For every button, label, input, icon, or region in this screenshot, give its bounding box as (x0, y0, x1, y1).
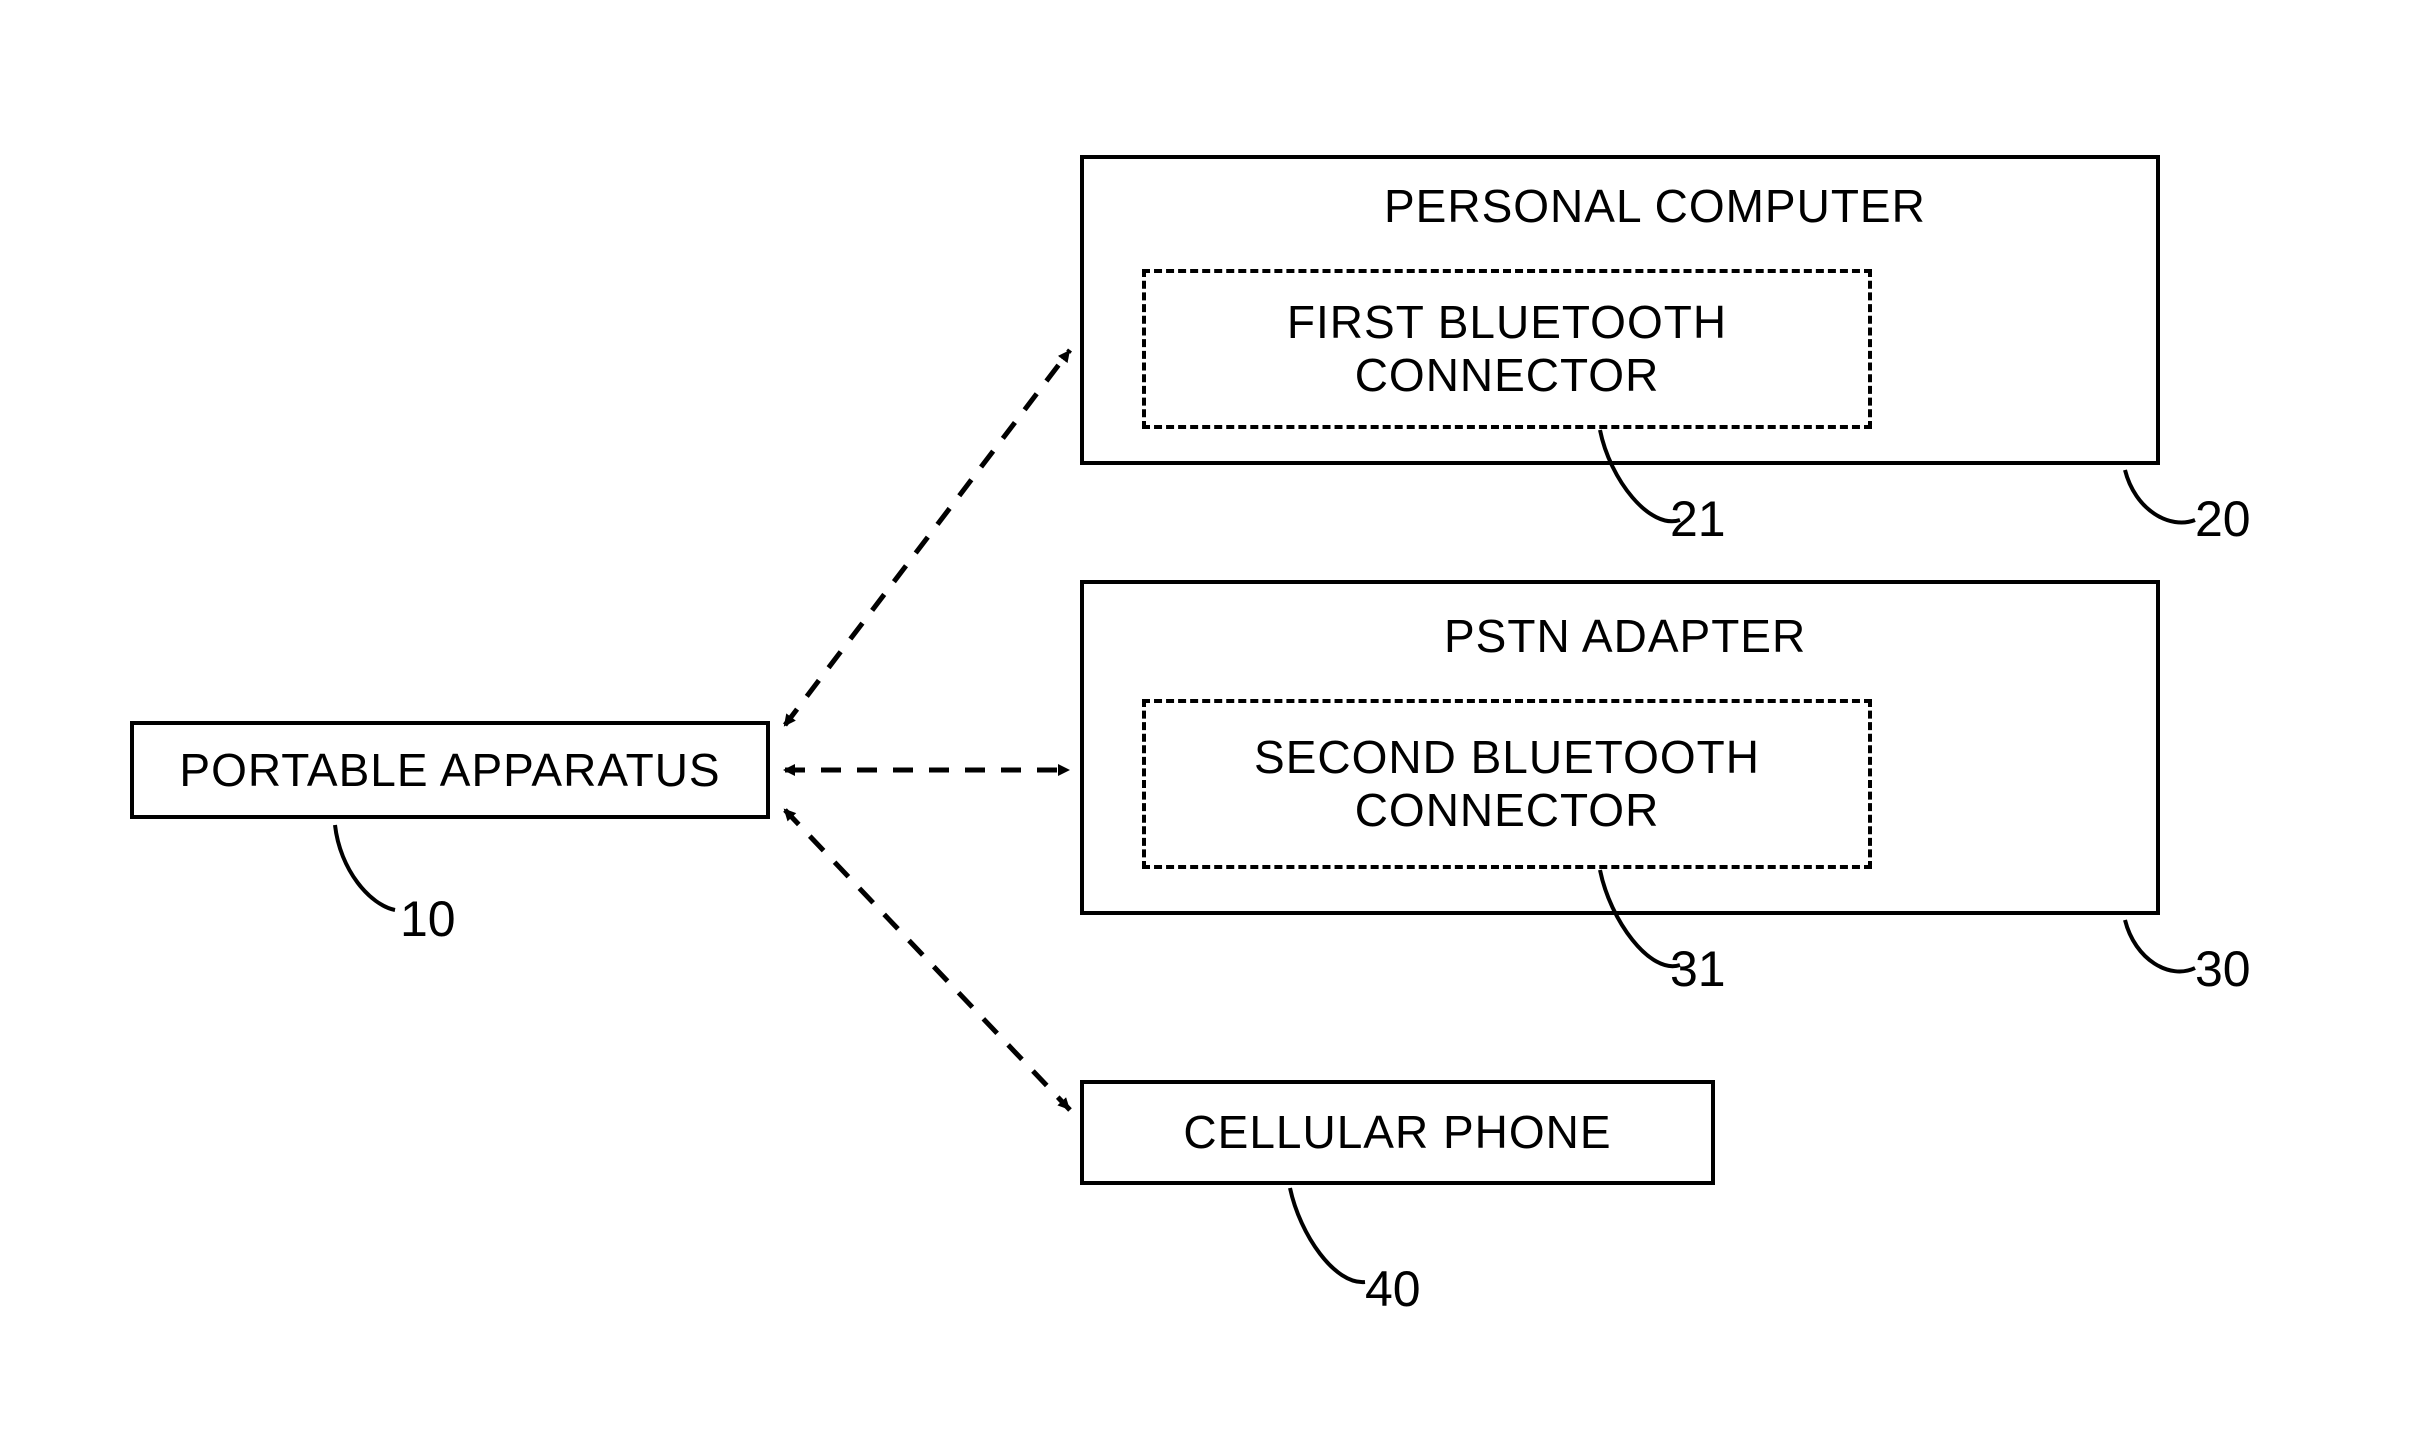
leader-10 (335, 825, 395, 910)
portable-apparatus-block: PORTABLE APPARATUS (130, 721, 770, 819)
leader-20 (2125, 470, 2195, 523)
cellular-phone-block: CELLULAR PHONE (1080, 1080, 1715, 1185)
link-portable-pc (785, 350, 1070, 725)
first-bluetooth-connector-block: FIRST BLUETOOTH CONNECTOR (1142, 269, 1872, 429)
pstn-adapter-title: PSTN ADAPTER (1444, 609, 1806, 663)
second-bluetooth-connector-block: SECOND BLUETOOTH CONNECTOR (1142, 699, 1872, 869)
second-bluetooth-connector-label: SECOND BLUETOOTH CONNECTOR (1254, 731, 1760, 837)
ref-40: 40 (1365, 1260, 1421, 1318)
personal-computer-block: PERSONAL COMPUTER FIRST BLUETOOTH CONNEC… (1080, 155, 2160, 465)
ref-20: 20 (2195, 490, 2251, 548)
ref-31: 31 (1670, 940, 1726, 998)
leader-30 (2125, 920, 2195, 971)
ref-21: 21 (1670, 490, 1726, 548)
link-portable-cell (785, 810, 1070, 1110)
first-bluetooth-connector-label: FIRST BLUETOOTH CONNECTOR (1287, 296, 1727, 402)
ref-10: 10 (400, 890, 456, 948)
portable-apparatus-label: PORTABLE APPARATUS (179, 744, 720, 797)
diagram-canvas: PORTABLE APPARATUS PERSONAL COMPUTER FIR… (0, 0, 2432, 1439)
cellular-phone-label: CELLULAR PHONE (1183, 1106, 1611, 1159)
personal-computer-title: PERSONAL COMPUTER (1384, 179, 1926, 233)
pstn-adapter-block: PSTN ADAPTER SECOND BLUETOOTH CONNECTOR (1080, 580, 2160, 915)
leader-40 (1290, 1188, 1365, 1282)
ref-30: 30 (2195, 940, 2251, 998)
